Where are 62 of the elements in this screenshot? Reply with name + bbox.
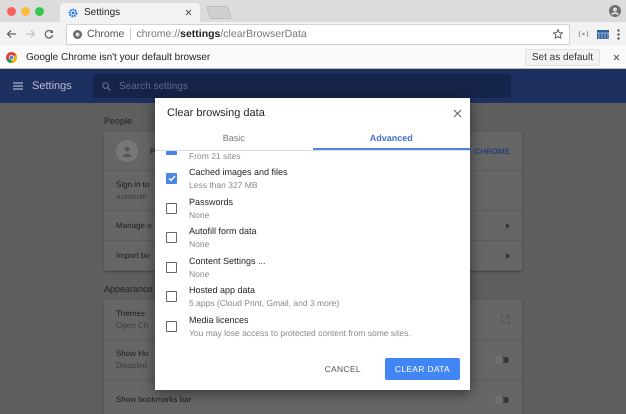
setting-label: Import bo (116, 251, 150, 260)
setting-label: Manage o (116, 221, 152, 230)
checkbox[interactable] (166, 173, 177, 184)
checkbox[interactable] (166, 262, 177, 273)
checkbox[interactable] (166, 232, 177, 244)
toggle-switch[interactable] (494, 394, 510, 404)
item-description: Less than 327 MB (189, 180, 259, 190)
dialog-tab[interactable]: Basic (155, 128, 312, 150)
url-text: chrome://settings/clearBrowserData (136, 28, 308, 40)
profile-icon[interactable] (609, 5, 621, 17)
reload-icon[interactable] (44, 29, 54, 39)
item-label: Autofill form data (189, 226, 257, 236)
arrow-icon (506, 222, 510, 228)
dialog-title: Clear browsing data (167, 107, 265, 119)
extension-icon[interactable] (578, 30, 589, 38)
infobar-message: Google Chrome isn't your default browser (26, 52, 212, 62)
checkbox[interactable] (166, 291, 177, 302)
menu-icon[interactable] (13, 82, 23, 90)
search-field[interactable]: Search settings (93, 74, 511, 98)
setting-label: Show bookmarks bar (116, 395, 192, 404)
globe-icon (73, 30, 82, 38)
item-description: 5 apps (Cloud Print, Gmail, and 3 more) (189, 298, 340, 308)
menu-icon[interactable] (617, 28, 620, 40)
item-label: Cached images and files (189, 167, 288, 178)
item-description: You may lose access to protected content from some sites. (189, 328, 411, 338)
avatar-icon (116, 140, 138, 162)
item-label: Media licences (189, 314, 250, 325)
set-default-button[interactable]: Set as default (524, 48, 600, 66)
clear-data-button[interactable]: CLEAR DATA (384, 358, 460, 380)
setting-label: Sign in to (116, 180, 150, 189)
checkbox[interactable] (166, 151, 177, 155)
item-description: None (189, 268, 210, 279)
close-icon[interactable] (453, 108, 462, 118)
toggle-switch[interactable] (494, 354, 510, 364)
extension-icon[interactable] (597, 30, 609, 38)
search-icon (102, 82, 111, 91)
gear-icon (68, 8, 78, 18)
chrome-logo-icon (6, 52, 17, 62)
star-icon[interactable] (553, 29, 563, 39)
setting-label: Show Ho (116, 349, 148, 358)
setting-label: Themes (116, 309, 145, 318)
settings-title: Settings (32, 80, 73, 92)
dialog-tab[interactable]: Advanced (312, 128, 470, 150)
item-description: None (189, 239, 210, 250)
section-heading: Appearance (104, 284, 153, 294)
browser-tab[interactable]: Settings (60, 3, 200, 22)
address-bar[interactable]: Chrome chrome://settings/clearBrowserData (66, 24, 570, 44)
checkbox[interactable] (166, 320, 177, 332)
close-icon[interactable] (185, 9, 192, 16)
setting-label: P (150, 146, 156, 156)
item-label: Content Settings ... (189, 256, 266, 266)
item-description: None (189, 210, 210, 220)
checkbox[interactable] (166, 202, 177, 214)
section-heading: People (104, 116, 132, 126)
arrow-icon (506, 252, 510, 258)
back-icon[interactable] (6, 29, 17, 39)
site-label: Chrome (87, 28, 132, 40)
cancel-button[interactable]: CANCEL (314, 358, 371, 380)
item-label: Hosted app data (189, 285, 256, 296)
item-label: Passwords (189, 196, 234, 207)
item-description: From 21 sites (189, 151, 240, 161)
close-icon[interactable] (613, 54, 620, 60)
